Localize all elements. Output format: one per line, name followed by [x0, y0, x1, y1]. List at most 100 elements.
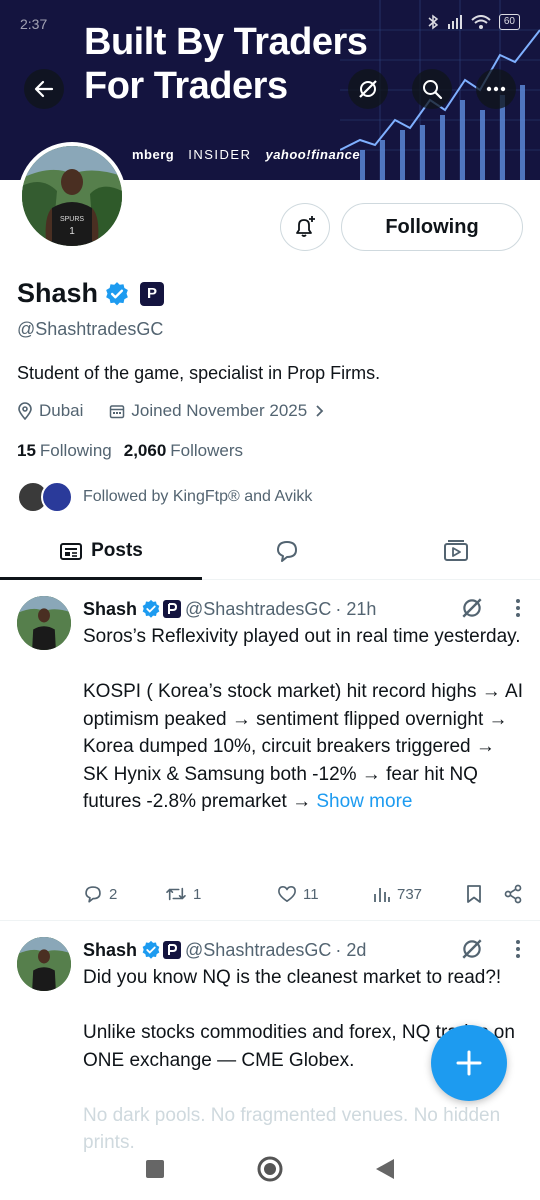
profile-joined-date: Joined November 2025	[131, 401, 308, 420]
grok-icon[interactable]	[460, 937, 484, 961]
post-avatar-photo	[17, 937, 71, 991]
verified-badge-icon[interactable]	[104, 281, 130, 307]
like-action[interactable]: 11	[277, 885, 373, 903]
post-author-avatar[interactable]	[17, 596, 71, 650]
grok-button[interactable]	[348, 69, 388, 109]
verified-badge-icon	[142, 940, 160, 959]
following-label: Following	[39, 441, 112, 460]
post-text-paragraph: Did you know NQ is the cleanest market t…	[83, 967, 502, 988]
post-timestamp[interactable]: · 21h	[335, 599, 376, 620]
status-icons: 60	[427, 14, 520, 30]
press-logo-bloomberg: mberg	[132, 147, 175, 162]
battery-indicator: 60	[498, 14, 520, 30]
bluetooth-icon	[428, 14, 439, 30]
press-logo-insider: INSIDER	[188, 147, 252, 162]
affiliate-badge[interactable]: P	[140, 281, 165, 306]
post-more-icon[interactable]	[514, 937, 522, 961]
post-header: Shash @ShashtradesGC · 21h	[83, 596, 523, 622]
notifications-bell-button[interactable]	[280, 203, 330, 251]
post-author-badges	[141, 940, 182, 960]
post-header: Shash @ShashtradesGC · 2d	[83, 937, 523, 963]
followed-by-text: Followed by KingFtp® and Avikk	[83, 488, 313, 505]
post-text-paragraph: Soros’s Reflexivity played out in real t…	[83, 626, 521, 647]
following-count: 15	[17, 441, 36, 460]
reply-bubble-icon	[276, 540, 297, 562]
post-author-handle[interactable]: @ShashtradesGC	[185, 940, 331, 961]
search-button[interactable]	[412, 69, 452, 109]
post-timestamp[interactable]: · 2d	[335, 940, 366, 961]
calendar-icon	[110, 405, 125, 419]
post-author-handle[interactable]: @ShashtradesGC	[185, 599, 331, 620]
more-options-button[interactable]	[476, 69, 516, 109]
tab-replies[interactable]	[202, 522, 371, 579]
tab-media[interactable]	[371, 522, 540, 579]
post-more-icon[interactable]	[514, 596, 522, 620]
signal-icon	[447, 15, 462, 29]
media-video-icon	[443, 539, 468, 561]
back-arrow-icon	[34, 80, 54, 98]
bookmark-icon	[467, 885, 481, 903]
profile-meta: Dubai Joined November 2025	[17, 401, 325, 421]
profile-location: Dubai	[39, 401, 84, 420]
press-logos: mberg INSIDER yahoo!finance	[132, 147, 360, 162]
tab-posts-label: Posts	[91, 539, 143, 561]
back-triangle-icon[interactable]	[374, 1157, 396, 1181]
following-link[interactable]: 15 Following	[17, 441, 112, 461]
post-divider	[0, 920, 540, 921]
post-text-blank	[83, 992, 523, 1020]
wifi-icon	[471, 15, 491, 29]
profile-tabs: Posts	[0, 522, 540, 580]
grok-icon[interactable]	[460, 596, 484, 620]
profile-avatar[interactable]: SPURS 1	[18, 142, 126, 250]
followers-count: 2,060	[123, 441, 167, 460]
profile-bio: Student of the game, specialist in Prop …	[17, 363, 381, 383]
post-author-name[interactable]: Shash	[83, 940, 137, 961]
views-chart-icon	[374, 888, 390, 902]
following-button[interactable]: Following	[341, 203, 523, 251]
mutual-avatar-avikk	[41, 481, 73, 513]
post-text: Soros’s Reflexivity played out in real t…	[83, 623, 523, 816]
post-text-blank	[83, 651, 523, 679]
banner-title: Built By Traders For Traders	[84, 20, 368, 108]
search-icon	[423, 80, 443, 100]
chevron-right-icon[interactable]	[313, 404, 325, 418]
bookmark-action[interactable]	[465, 884, 503, 904]
followers-label: Followers	[170, 441, 244, 460]
post-author-badges	[141, 599, 182, 619]
press-logo-yahoo-finance: yahoo!finance	[265, 147, 361, 162]
tab-posts[interactable]: Posts	[0, 522, 202, 580]
post-author-avatar[interactable]	[17, 937, 71, 991]
location-pin-icon	[18, 402, 32, 420]
follow-counts: 15 Following 2,060 Followers	[17, 441, 243, 461]
more-dots-icon	[486, 86, 506, 92]
posts-tab-icon	[60, 542, 83, 560]
bell-plus-icon	[296, 216, 315, 237]
post-text-paragraph: No dark pools. No fragmented venues. No …	[83, 1104, 501, 1154]
profile-display-name: Shash P	[17, 278, 165, 309]
show-more-link[interactable]: Show more	[316, 791, 412, 812]
post-content: Shash @ShashtradesGC · 21h Soros’s Refle…	[83, 596, 523, 816]
avatar-photo: SPURS 1	[22, 146, 122, 246]
verified-badge-icon	[142, 599, 160, 618]
recents-square-icon[interactable]	[144, 1158, 166, 1180]
followers-link[interactable]: 2,060 Followers	[124, 441, 243, 461]
reply-action[interactable]: 2	[83, 884, 165, 904]
like-count: 11	[303, 885, 319, 903]
repost-count: 1	[193, 885, 202, 903]
views-action[interactable]: 737	[373, 885, 465, 903]
back-button[interactable]	[24, 69, 64, 109]
home-circle-icon[interactable]	[256, 1155, 284, 1183]
followed-by-row[interactable]: Followed by KingFtp® and Avikk	[17, 481, 312, 513]
reply-icon	[85, 886, 101, 903]
post-author-name[interactable]: Shash	[83, 599, 137, 620]
repost-action[interactable]: 1	[165, 885, 277, 903]
heart-icon	[278, 885, 296, 903]
svg-text:1: 1	[69, 226, 75, 237]
post-avatar-photo	[17, 596, 71, 650]
affiliate-badge-icon	[163, 941, 182, 959]
post-text-paragraph: KOSPI ( Korea’s stock market) hit record…	[83, 678, 523, 816]
share-action[interactable]	[503, 884, 523, 904]
post-actions: 2 1 11 737	[83, 884, 523, 904]
compose-post-button[interactable]	[431, 1025, 507, 1101]
banner-title-line2: For Traders	[84, 65, 288, 107]
